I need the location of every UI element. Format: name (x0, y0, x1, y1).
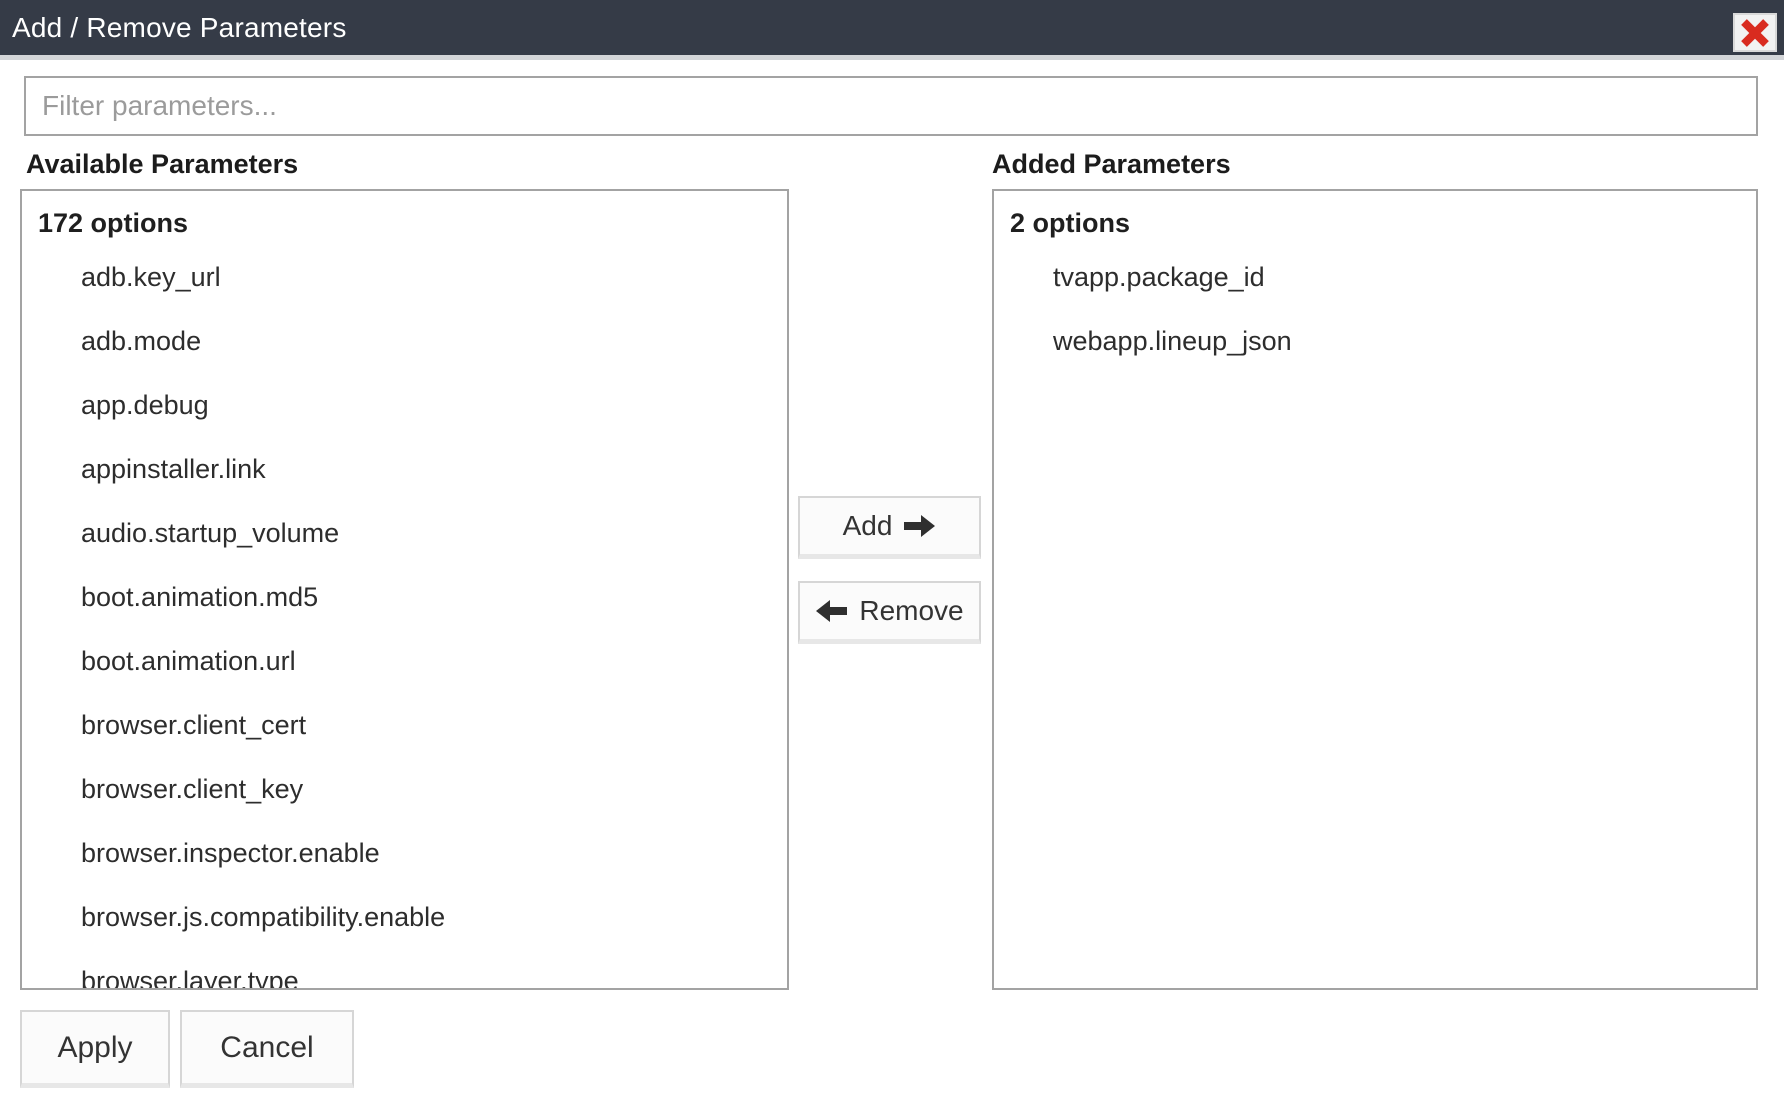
list-item[interactable]: app.debug (22, 373, 787, 437)
list-item[interactable]: browser.inspector.enable (22, 821, 787, 885)
list-item[interactable]: webapp.lineup_json (994, 309, 1756, 373)
close-button[interactable] (1733, 13, 1777, 52)
added-parameters-listbox[interactable]: 2 options tvapp.package_idwebapp.lineup_… (992, 189, 1758, 990)
arrow-right-icon (902, 514, 936, 538)
list-item[interactable]: browser.client_key (22, 757, 787, 821)
added-options: tvapp.package_idwebapp.lineup_json (994, 245, 1756, 373)
remove-button-label: Remove (859, 595, 963, 627)
added-parameters-label: Added Parameters (992, 148, 1231, 180)
cancel-button-label: Cancel (220, 1031, 313, 1065)
list-item[interactable]: adb.key_url (22, 245, 787, 309)
cancel-button[interactable]: Cancel (180, 1010, 354, 1088)
list-item[interactable]: adb.mode (22, 309, 787, 373)
dialog-header: Add / Remove Parameters (0, 0, 1784, 60)
add-button-label: Add (843, 510, 893, 542)
added-group-label: 2 options (994, 201, 1756, 245)
available-group-label: 172 options (22, 201, 787, 245)
list-item[interactable]: browser.js.compatibility.enable (22, 885, 787, 949)
list-item[interactable]: browser.client_cert (22, 693, 787, 757)
apply-button-label: Apply (57, 1031, 132, 1065)
available-options: adb.key_urladb.modeapp.debugappinstaller… (22, 245, 787, 990)
list-item[interactable]: tvapp.package_id (994, 245, 1756, 309)
filter-parameters-input[interactable] (24, 76, 1758, 136)
arrow-left-icon (815, 599, 849, 623)
remove-button[interactable]: Remove (798, 581, 981, 644)
apply-button[interactable]: Apply (20, 1010, 170, 1088)
add-remove-parameters-dialog: Add / Remove Parameters Available Parame… (0, 0, 1784, 1104)
list-item[interactable]: boot.animation.url (22, 629, 787, 693)
close-icon (1740, 19, 1770, 47)
list-item[interactable]: audio.startup_volume (22, 501, 787, 565)
list-item[interactable]: browser.layer.type (22, 949, 787, 990)
available-parameters-label: Available Parameters (26, 148, 298, 180)
dialog-title: Add / Remove Parameters (0, 12, 347, 44)
list-item[interactable]: appinstaller.link (22, 437, 787, 501)
available-parameters-listbox[interactable]: 172 options adb.key_urladb.modeapp.debug… (20, 189, 789, 990)
list-item[interactable]: boot.animation.md5 (22, 565, 787, 629)
add-button[interactable]: Add (798, 496, 981, 559)
